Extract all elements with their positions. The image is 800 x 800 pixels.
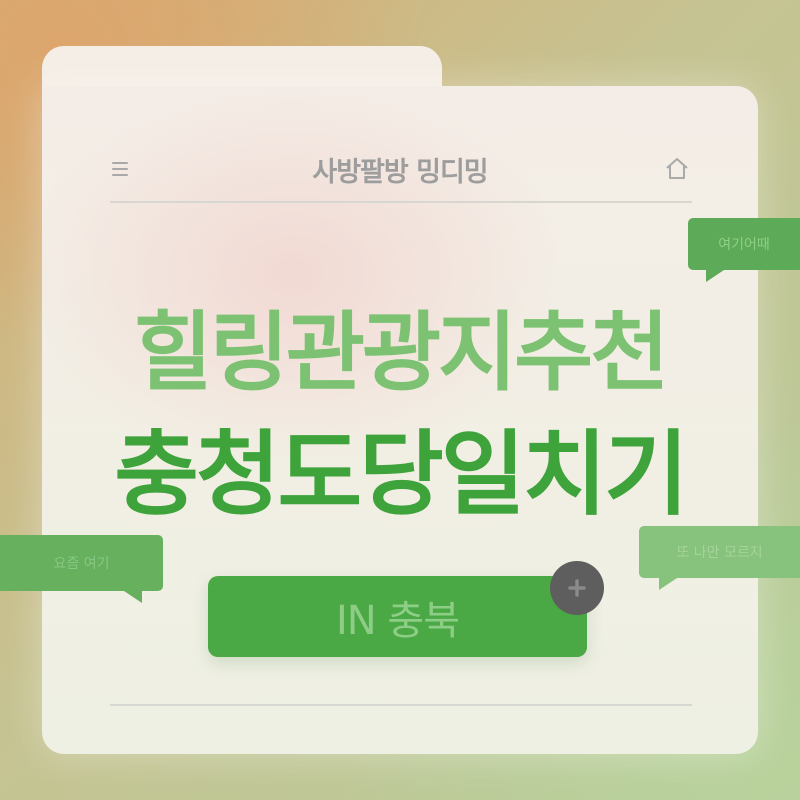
hamburger-menu-icon[interactable] [112,162,128,178]
page-title: 사방팔방 밍디밍 [312,157,488,188]
speech-bubble-text: 여기어때 [718,237,770,253]
headline-line-1: 힐링관광지추천 [133,303,670,403]
region-button[interactable]: IN 충북 [208,576,587,657]
plus-glyph-icon [568,579,586,597]
speech-bubble-text: 요즘 여기 [53,556,110,572]
folder-tab-slope [360,46,442,88]
speech-bubble-tail [659,578,677,590]
speech-bubble-tail [124,591,142,603]
speech-bubble-3: 또 나만 모르지 [639,526,800,590]
region-button-label: IN 충북 [335,597,460,644]
home-icon[interactable] [664,156,690,182]
speech-bubble-text: 또 나만 모르지 [676,545,763,561]
speech-bubble-2: 요즘 여기 [0,535,163,603]
footer-divider [110,704,692,706]
plus-icon[interactable] [550,561,604,615]
speech-bubble-tail [706,270,724,282]
header-divider [110,201,692,203]
headline-line-2: 충청도당일치기 [114,421,688,528]
speech-bubble-1: 여기어때 [688,218,800,282]
